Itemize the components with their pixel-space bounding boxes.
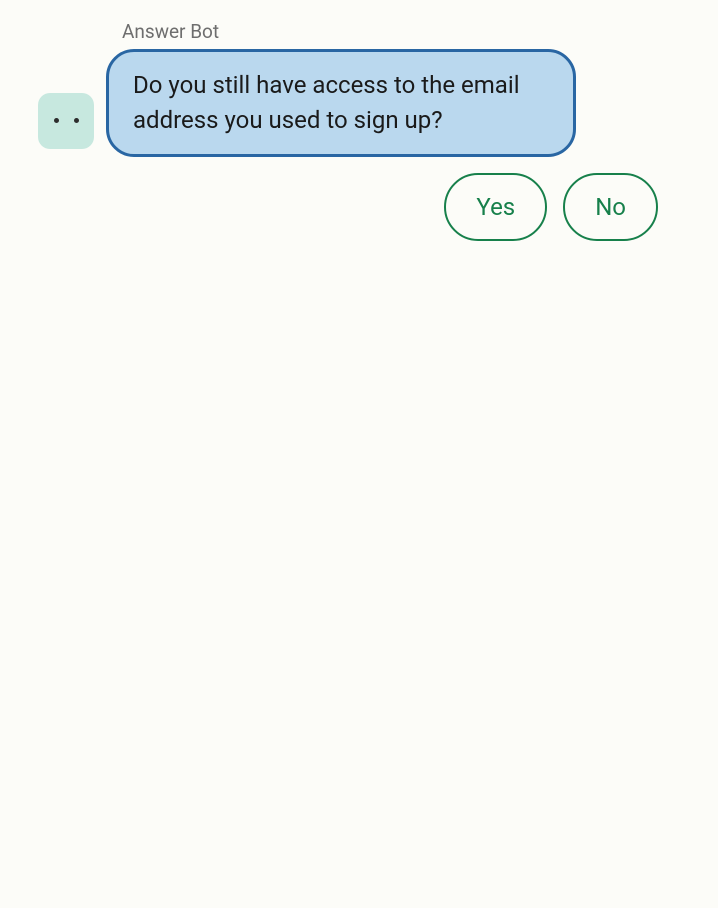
avatar-eye-right-icon: [74, 118, 79, 123]
chat-container: Answer Bot Do you still have access to t…: [0, 0, 718, 261]
bot-avatar: [38, 93, 94, 149]
avatar-eye-left-icon: [54, 118, 59, 123]
message-row: Do you still have access to the email ad…: [38, 49, 680, 157]
quick-replies: Yes No: [38, 173, 680, 241]
bot-message-bubble: Do you still have access to the email ad…: [106, 49, 576, 157]
reply-no-button[interactable]: No: [563, 173, 658, 241]
bot-message-text: Do you still have access to the email ad…: [133, 71, 520, 134]
bot-name-label: Answer Bot: [122, 20, 680, 43]
reply-yes-button[interactable]: Yes: [444, 173, 547, 241]
